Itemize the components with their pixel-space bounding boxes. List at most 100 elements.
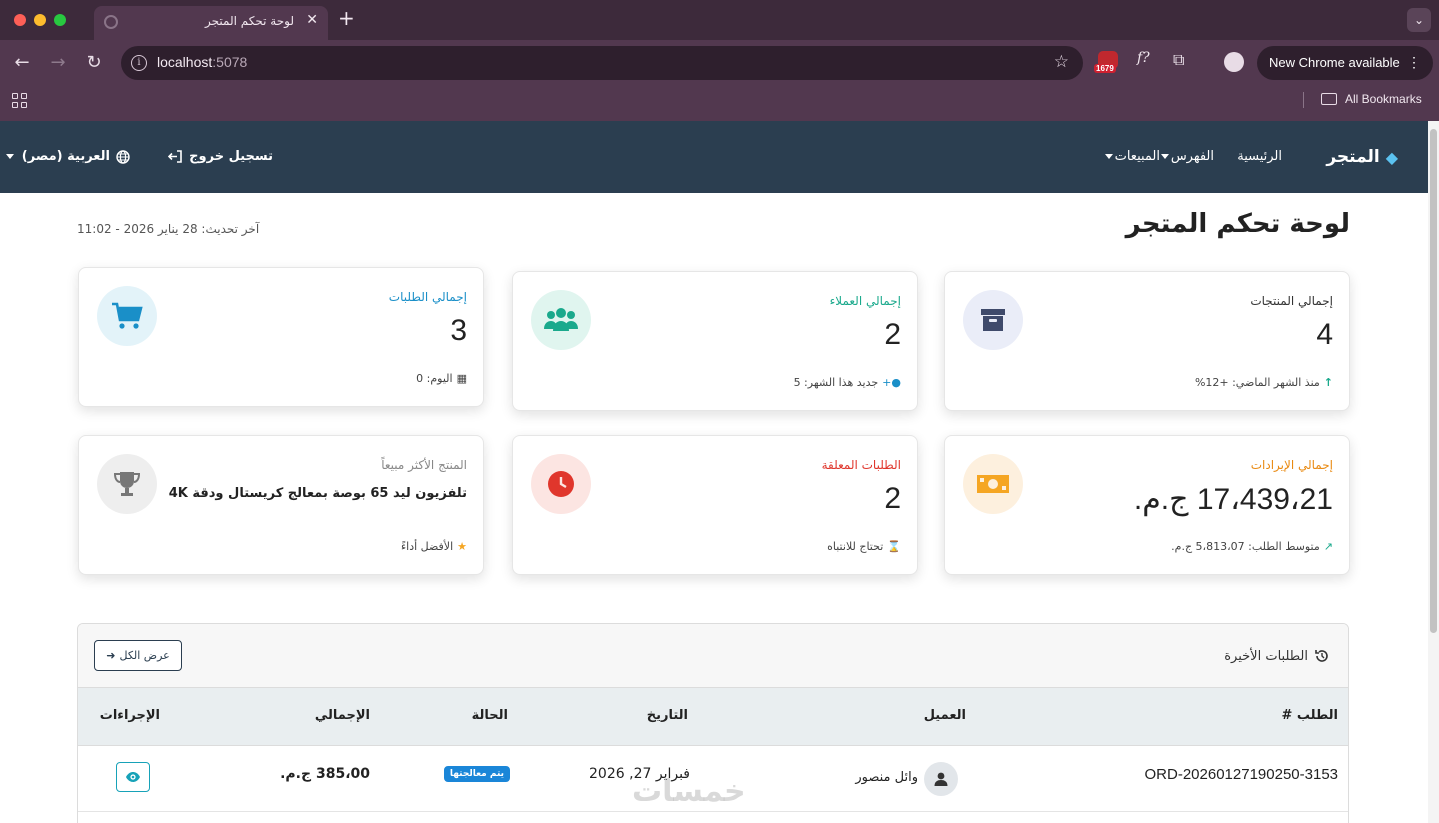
maximize-window-button[interactable] [54,14,66,26]
order-id[interactable]: ORD-20260127190250-3153 [1145,766,1338,783]
trophy-icon [97,454,157,514]
card-label: إجمالي الإيرادات [1250,458,1333,472]
more-icon[interactable]: ⋮ [1407,54,1421,71]
card-foot: ▦ اليوم: 0 [416,372,467,385]
arrow-up-icon: ↑ [1323,376,1333,389]
nav-catalog-dropdown[interactable]: الفهرس [1160,149,1214,164]
last-update-text: آخر تحديث: 28 يناير 2026 - 11:02 [77,222,260,236]
card-total-revenue: إجمالي الإيرادات 17،439،21 ج.م. ↗ متوسط ا… [944,435,1350,575]
customer-name: وائل منصور [855,770,918,785]
close-window-button[interactable] [14,14,26,26]
card-foot-text: تحتاج للانتباه [827,540,884,553]
font-extension-icon[interactable]: f? [1137,50,1150,76]
card-foot-text: منذ الشهر الماضي: +12% [1194,376,1320,389]
card-value: 3 [450,314,467,347]
eye-icon [126,772,140,782]
logout-icon [168,150,182,163]
card-foot: ↑ منذ الشهر الماضي: +12% [1195,376,1333,389]
forward-button[interactable]: → [46,52,70,73]
minimize-window-button[interactable] [34,14,46,26]
clock-icon [531,454,591,514]
th-customer: العميل [923,708,966,723]
page-scrollbar[interactable] [1428,121,1439,823]
view-all-button[interactable]: عرض الكل ➜ [94,640,182,671]
folder-icon[interactable] [1321,93,1337,105]
order-total: 385،00 ج.م. [280,766,370,782]
extension-badge-count: 1679 [1094,64,1116,73]
chevron-down-icon[interactable]: ⌄ [1407,8,1431,32]
url-text: localhost:5078 [157,54,247,70]
url-port: :5078 [212,54,248,70]
card-value: تلفزيون ليد 65 بوصة بمعالج كريستال ودقة … [168,486,467,501]
card-foot-text: اليوم: 0 [416,372,453,385]
panel-title: الطلبات الأخيرة [1224,648,1330,664]
close-tab-icon[interactable]: ✕ [306,12,318,28]
bookmark-star-icon[interactable]: ☆ [1054,52,1069,72]
page-content: ◆ المتجر الرئيسية الفهرس المبيعات تسجيل … [0,121,1428,823]
card-pending-orders: الطلبات المعلقة 2 ⌛ تحتاج للانتباه [512,435,918,575]
card-foot: ●+ جديد هذا الشهر: 5 [794,376,901,389]
th-status: الحالة [471,708,508,723]
card-value: 2 [884,482,901,515]
site-navbar: ◆ المتجر الرئيسية الفهرس المبيعات تسجيل … [0,121,1428,193]
bookmarks-separator [1303,92,1304,108]
card-label: إجمالي المنتجات [1250,294,1333,308]
panel-title-text: الطلبات الأخيرة [1224,648,1308,664]
back-button[interactable]: ← [10,52,34,73]
apps-grid-icon[interactable] [12,93,28,109]
update-chrome-button[interactable]: New Chrome available ⋮ [1257,46,1433,80]
brand-label: المتجر [1326,147,1380,167]
th-date: التاريخ [646,708,688,723]
card-foot: ↗ متوسط الطلب: 5،813،07 ج.م. [1171,540,1333,553]
bookmarks-bar: All Bookmarks [0,88,1439,120]
nav-sales-dropdown[interactable]: المبيعات [1104,149,1160,164]
logout-link[interactable]: تسجيل خروج [168,149,273,164]
star-icon: ★ [457,540,467,553]
profile-avatar-icon[interactable] [1224,52,1244,72]
card-top-product: المنتج الأكثر مبيعاً تلفزيون ليد 65 بوصة… [78,435,484,575]
new-tab-button[interactable]: + [338,6,355,30]
nav-catalog-label: الفهرس [1170,149,1214,164]
caret-down-icon [1160,154,1169,159]
card-label: إجمالي الطلبات [388,290,467,304]
update-label: New Chrome available [1269,55,1400,70]
browser-tab[interactable]: لوحة تحكم المتجر ✕ [94,6,328,40]
nav-home-link[interactable]: الرئيسية [1237,149,1282,164]
card-foot: ★ الأفضل أداءً [401,540,467,553]
diamond-icon: ◆ [1385,147,1398,167]
language-dropdown[interactable]: العربية (مصر) [5,149,130,164]
card-value: 4 [1316,318,1333,351]
caret-down-icon [5,154,14,159]
address-bar[interactable]: i localhost:5078 ☆ [121,46,1083,80]
card-label: الطلبات المعلقة [821,458,901,472]
site-info-icon[interactable]: i [131,55,147,71]
card-value: 2 [884,318,901,351]
user-avatar-icon [924,762,958,796]
card-foot-text: جديد هذا الشهر: 5 [793,376,879,389]
view-all-label: عرض الكل [119,649,170,662]
view-order-button[interactable] [116,762,150,792]
all-bookmarks-link[interactable]: All Bookmarks [1345,92,1422,106]
caret-down-icon [1104,154,1113,159]
chart-line-icon: ↗ [1323,540,1333,553]
url-host: localhost [157,54,213,70]
globe-icon [104,15,118,29]
calendar-icon: ▦ [456,372,467,385]
box-icon [963,290,1023,350]
card-label: إجمالي العملاء [829,294,901,308]
puzzle-icon[interactable]: ⧉ [1173,50,1184,76]
status-badge: يتم معالجتها [443,766,510,782]
th-actions: الإجراءات [99,708,160,723]
th-total: الإجمالي [314,708,370,723]
card-foot: ⌛ تحتاج للانتباه [827,540,901,553]
scrollbar-thumb[interactable] [1430,129,1437,633]
table-header: الطلب # العميل التاريخ الحالة الإجمالي ا… [78,688,1348,746]
reload-button[interactable]: ↻ [82,52,106,73]
th-order: الطلب # [1281,708,1339,723]
users-icon [531,290,591,350]
globe-icon [116,149,130,164]
brand-link[interactable]: ◆ المتجر [1326,147,1398,167]
user-plus-icon: ●+ [882,376,901,389]
extension-badge-icon[interactable]: 1679 [1094,51,1124,77]
card-foot-text: متوسط الطلب: 5،813،07 ج.م. [1171,540,1320,553]
